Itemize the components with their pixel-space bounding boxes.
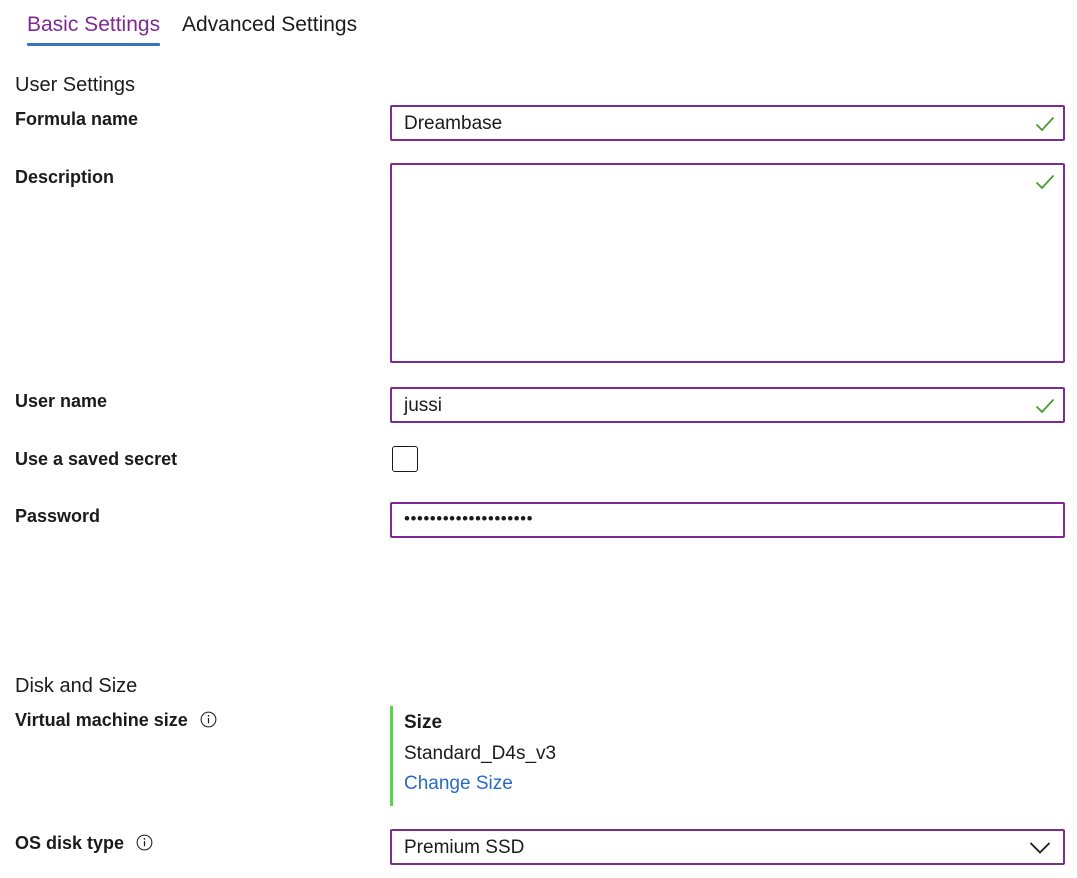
change-size-link[interactable]: Change Size — [404, 773, 513, 795]
os-disk-type-label-row: OS disk type — [15, 831, 153, 855]
user-settings-heading: User Settings — [15, 74, 136, 96]
password-input[interactable]: •••••••••••••••••••• — [390, 502, 1065, 538]
checkmark-icon — [1035, 398, 1055, 414]
checkmark-icon — [1035, 174, 1055, 190]
user-name-label: User name — [15, 391, 108, 411]
formula-name-input[interactable]: Dreambase — [390, 105, 1065, 141]
formula-name-value: Dreambase — [404, 113, 503, 134]
formula-name-label: Formula name — [15, 109, 139, 129]
os-disk-type-label: OS disk type — [15, 833, 125, 853]
checkmark-icon — [1035, 116, 1055, 132]
os-disk-type-select[interactable]: Premium SSD — [390, 829, 1065, 865]
chevron-down-icon — [1029, 842, 1051, 854]
description-textarea[interactable] — [390, 163, 1065, 363]
user-name-value: jussi — [404, 395, 443, 416]
vm-size-label: Virtual machine size — [15, 710, 188, 730]
tab-advanced-settings[interactable]: Advanced Settings — [182, 11, 357, 39]
info-icon[interactable] — [136, 834, 153, 851]
user-name-input[interactable]: jussi — [390, 387, 1065, 423]
size-value: Standard_D4s_v3 — [404, 743, 557, 764]
disk-and-size-heading: Disk and Size — [15, 675, 138, 697]
saved-secret-label: Use a saved secret — [15, 449, 178, 469]
password-label: Password — [15, 506, 101, 526]
size-title: Size — [404, 712, 443, 733]
active-tab-indicator — [27, 43, 161, 46]
vm-size-label-row: Virtual machine size — [15, 708, 217, 732]
tab-basic-settings-label: Basic Settings — [27, 13, 161, 36]
info-icon[interactable] — [200, 711, 217, 728]
tab-basic-settings[interactable]: Basic Settings — [27, 11, 161, 46]
description-label: Description — [15, 167, 115, 187]
vm-size-summary: Size Standard_D4s_v3 Change Size — [390, 706, 693, 806]
os-disk-type-value: Premium SSD — [404, 837, 525, 858]
tab-advanced-settings-label: Advanced Settings — [182, 13, 358, 36]
saved-secret-checkbox[interactable] — [392, 446, 418, 472]
password-value: •••••••••••••••••••• — [404, 509, 534, 528]
